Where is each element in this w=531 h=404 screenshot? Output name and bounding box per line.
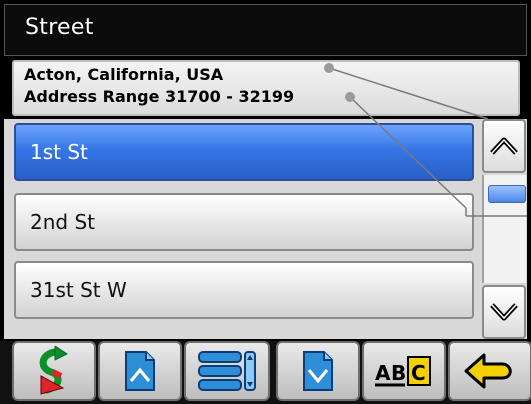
go-route-button[interactable] <box>12 341 96 401</box>
bottom-toolbar: A B C <box>0 341 531 404</box>
page-up-icon <box>125 351 155 391</box>
list-item-label: 31st St W <box>30 278 127 302</box>
scrollbar[interactable] <box>482 119 527 339</box>
list-item-label: 1st St <box>30 140 88 164</box>
svg-text:A: A <box>375 361 391 385</box>
street-screen: Street Acton, California, USA Address Ra… <box>0 0 531 404</box>
page-down-button[interactable] <box>276 341 360 401</box>
page-down-icon <box>303 351 333 391</box>
scroll-down-button[interactable] <box>482 285 526 339</box>
list-view-button[interactable] <box>184 341 270 401</box>
abc-keyboard-icon: A B C <box>375 356 431 387</box>
list-view-icon <box>198 351 256 391</box>
chevron-down-icon <box>490 303 518 321</box>
svg-text:B: B <box>391 361 406 385</box>
back-arrow-icon <box>464 353 512 389</box>
scroll-track[interactable] <box>482 175 526 283</box>
title-bar: Street <box>4 4 527 56</box>
list-item[interactable]: 31st St W <box>14 261 474 319</box>
list-item[interactable]: 1st St <box>14 123 474 181</box>
page-up-button[interactable] <box>98 341 182 401</box>
abc-keyboard-button[interactable]: A B C <box>362 341 446 401</box>
scroll-up-button[interactable] <box>482 119 526 173</box>
list-item[interactable]: 2nd St <box>14 193 474 251</box>
address-info-panel: Acton, California, USA Address Range 317… <box>12 60 520 116</box>
chevron-up-icon <box>490 137 518 155</box>
go-route-icon <box>39 346 68 395</box>
location-text: Acton, California, USA <box>24 65 224 84</box>
svg-text:C: C <box>411 361 426 385</box>
page-title: Street <box>25 15 94 40</box>
street-list: 1st St 2nd St 31st St W <box>4 119 527 339</box>
scroll-thumb[interactable] <box>488 185 526 203</box>
address-range-text: Address Range 31700 - 32199 <box>24 87 295 106</box>
list-item-label: 2nd St <box>30 210 95 234</box>
back-button[interactable] <box>448 341 531 401</box>
